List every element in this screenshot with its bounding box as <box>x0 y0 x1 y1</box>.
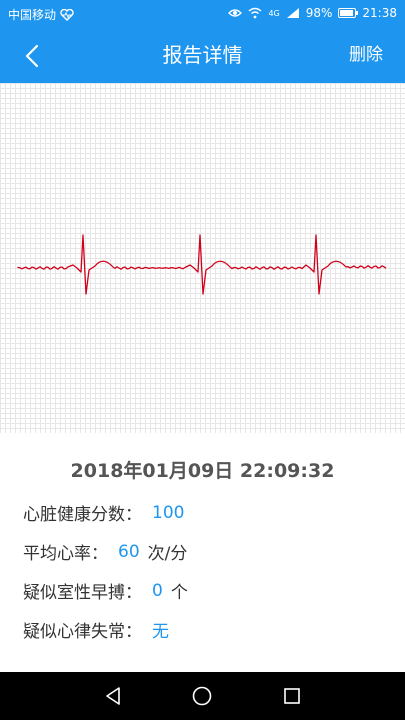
system-nav-bar <box>0 672 405 720</box>
circle-home-icon <box>192 686 212 706</box>
network-type: 4G <box>268 8 280 18</box>
page-title: 报告详情 <box>162 43 243 67</box>
metric-value: 60 <box>118 541 140 562</box>
triangle-back-icon <box>106 687 120 705</box>
nav-home-button[interactable] <box>190 684 214 708</box>
nav-recents-button[interactable] <box>280 684 304 708</box>
metric-label: 心脏健康分数： <box>23 505 142 525</box>
status-time: 21:38 <box>362 6 397 20</box>
app-bar: 报告详情 删除 <box>0 28 405 83</box>
status-bar: 中国移动 4G 98% 21:38 <box>0 0 405 28</box>
ecg-trace <box>17 234 387 295</box>
nav-back-button[interactable] <box>101 684 125 708</box>
metric-unit: 个 <box>170 583 188 603</box>
chevron-left-icon <box>25 44 39 68</box>
metric-pvc: 疑似室性早搏： 0 个 <box>23 578 188 604</box>
metric-avg-heart-rate: 平均心率： 60 次/分 <box>23 539 188 565</box>
eye-icon <box>228 9 243 17</box>
ecg-waveform <box>17 234 387 295</box>
metric-label: 平均心率： <box>23 544 108 564</box>
delete-button[interactable]: 删除 <box>349 28 383 83</box>
metric-unit: 次/分 <box>147 544 188 564</box>
metric-value: 无 <box>152 622 169 642</box>
back-button[interactable] <box>14 38 50 74</box>
wifi-icon <box>248 7 262 19</box>
carrier-name: 中国移动 <box>8 8 57 22</box>
metric-label: 疑似室性早搏： <box>23 583 142 603</box>
square-recents-icon <box>284 688 300 704</box>
heart-icon <box>60 8 74 21</box>
report-datetime: 2018年01月09日 22:09:32 <box>70 460 335 482</box>
metric-health-score: 心脏健康分数： 100 <box>23 500 185 526</box>
metric-arrhythmia: 疑似心律失常： 无 <box>23 617 169 642</box>
battery-percent: 98% <box>305 6 333 20</box>
ecg-chart <box>0 83 405 433</box>
metric-value: 0 <box>152 580 163 601</box>
signal-icon <box>286 8 299 18</box>
metric-value: 100 <box>152 502 185 523</box>
battery-icon <box>338 8 359 18</box>
metric-label: 疑似心律失常： <box>23 622 142 642</box>
